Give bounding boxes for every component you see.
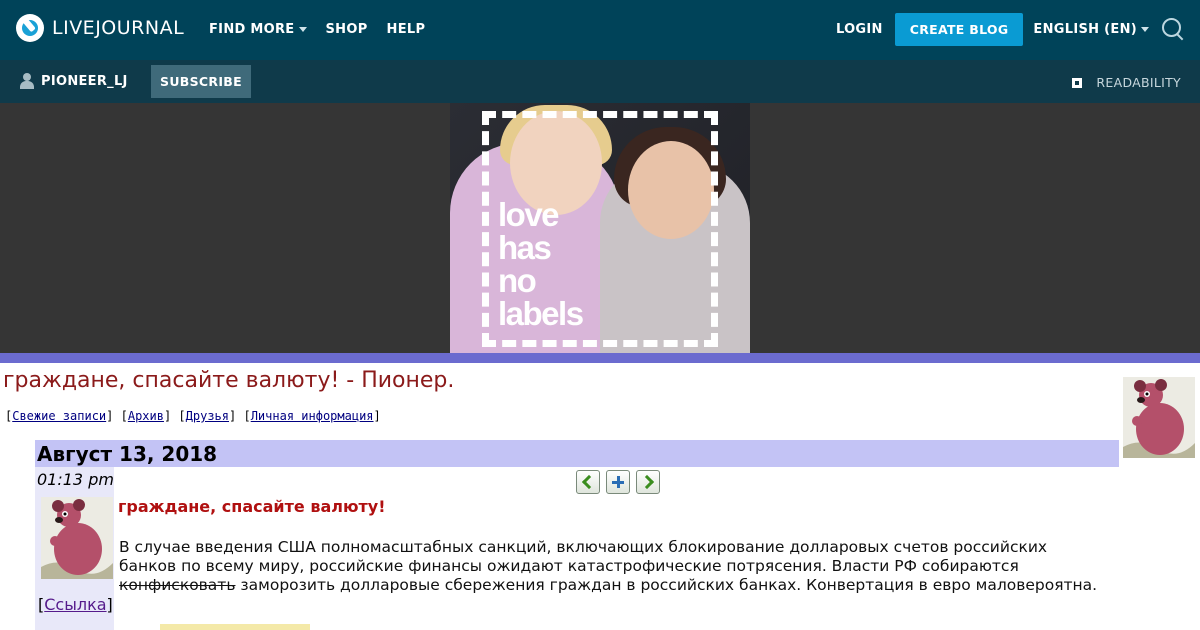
banner-ad-image[interactable]: love has no labels bbox=[450, 103, 750, 353]
entry-body-strikethrough: конфисковать bbox=[119, 576, 236, 594]
readability-label: READABILITY bbox=[1096, 75, 1181, 90]
nav-recent-entries[interactable]: Свежие записи bbox=[12, 409, 106, 423]
banner-line: labels bbox=[498, 295, 584, 332]
add-to-memories-button[interactable] bbox=[606, 470, 630, 494]
nav-shop[interactable]: SHOP bbox=[326, 22, 368, 37]
entry-permalink[interactable]: Ссылка bbox=[44, 595, 106, 614]
user-icon bbox=[20, 73, 34, 89]
nav-archive[interactable]: Архив bbox=[128, 409, 164, 423]
journal-title: граждане, спасайте валюту! - Пионер. bbox=[3, 368, 455, 393]
banner-line: love bbox=[498, 196, 560, 233]
chevron-down-icon bbox=[298, 27, 307, 32]
entry-userpic[interactable] bbox=[41, 497, 113, 579]
journal-nav: [Свежие записи] [Архив] [Друзья] [Личная… bbox=[5, 409, 381, 423]
readability-toggle[interactable]: READABILITY bbox=[1072, 75, 1181, 90]
entry-body-text: В случае введения США полномасштабных са… bbox=[119, 538, 1048, 575]
entry-body-text: заморозить долларовые сбережения граждан… bbox=[235, 576, 1098, 594]
entry-time: 01:13 pm bbox=[37, 470, 114, 489]
journal-userpic[interactable] bbox=[1123, 377, 1195, 458]
nav-shop-label: SHOP bbox=[325, 22, 368, 37]
winnie-pooh-icon bbox=[41, 497, 113, 579]
subscribe-button[interactable]: SUBSCRIBE bbox=[151, 65, 251, 98]
nav-profile[interactable]: Личная информация bbox=[251, 409, 374, 423]
banner-area: love has no labels bbox=[0, 103, 1200, 353]
livejournal-logo-icon bbox=[16, 14, 44, 42]
entry-link-wrap: [Ссылка] bbox=[38, 595, 113, 614]
main-nav: FIND MORE SHOP HELP bbox=[209, 22, 444, 37]
language-selector[interactable]: ENGLISH (EN) bbox=[1033, 22, 1149, 37]
livejournal-logo[interactable]: LIVEJOURNAL bbox=[16, 14, 184, 42]
banner-ad-text: love has no labels bbox=[498, 196, 584, 332]
banner-line: has bbox=[498, 229, 552, 266]
entry-navigation bbox=[576, 470, 666, 494]
top-navbar: LIVEJOURNAL FIND MORE SHOP HELP LOGIN CR… bbox=[0, 0, 1200, 60]
entry-date: Август 13, 2018 bbox=[37, 442, 218, 466]
account-nav: LOGIN CREATE BLOG ENGLISH (EN) bbox=[836, 13, 1200, 46]
brand-name: LIVEJOURNAL bbox=[52, 17, 185, 39]
search-icon[interactable] bbox=[1161, 17, 1187, 43]
create-blog-button[interactable]: CREATE BLOG bbox=[894, 13, 1024, 46]
chevron-down-icon bbox=[1141, 27, 1149, 32]
divider bbox=[0, 353, 1200, 363]
username: PIONEER_LJ bbox=[41, 73, 128, 89]
entry-image-peek bbox=[160, 624, 310, 630]
previous-entry-button[interactable] bbox=[576, 470, 600, 494]
journal-user[interactable]: PIONEER_LJ bbox=[20, 73, 128, 89]
entry-date-bar: Август 13, 2018 bbox=[35, 440, 1119, 467]
winnie-pooh-icon bbox=[1123, 377, 1195, 458]
language-label: ENGLISH (EN) bbox=[1033, 22, 1137, 37]
banner-line: no bbox=[498, 262, 537, 299]
nav-help[interactable]: HELP bbox=[387, 22, 426, 37]
nav-find-more-label: FIND MORE bbox=[209, 22, 295, 37]
entry-body: В случае введения США полномасштабных са… bbox=[119, 538, 1109, 595]
nav-friends[interactable]: Друзья bbox=[186, 409, 229, 423]
next-entry-button[interactable] bbox=[636, 470, 660, 494]
entry-meta-column: 01:13 pm [Ссылка] bbox=[35, 467, 114, 630]
nav-find-more[interactable]: FIND MORE bbox=[209, 22, 307, 37]
login-link[interactable]: LOGIN bbox=[836, 22, 883, 37]
entry-subject: граждане, спасайте валюту! bbox=[118, 497, 386, 516]
checkbox-icon bbox=[1072, 77, 1083, 88]
nav-help-label: HELP bbox=[386, 22, 426, 37]
journal-subbar: PIONEER_LJ SUBSCRIBE READABILITY bbox=[0, 60, 1200, 103]
